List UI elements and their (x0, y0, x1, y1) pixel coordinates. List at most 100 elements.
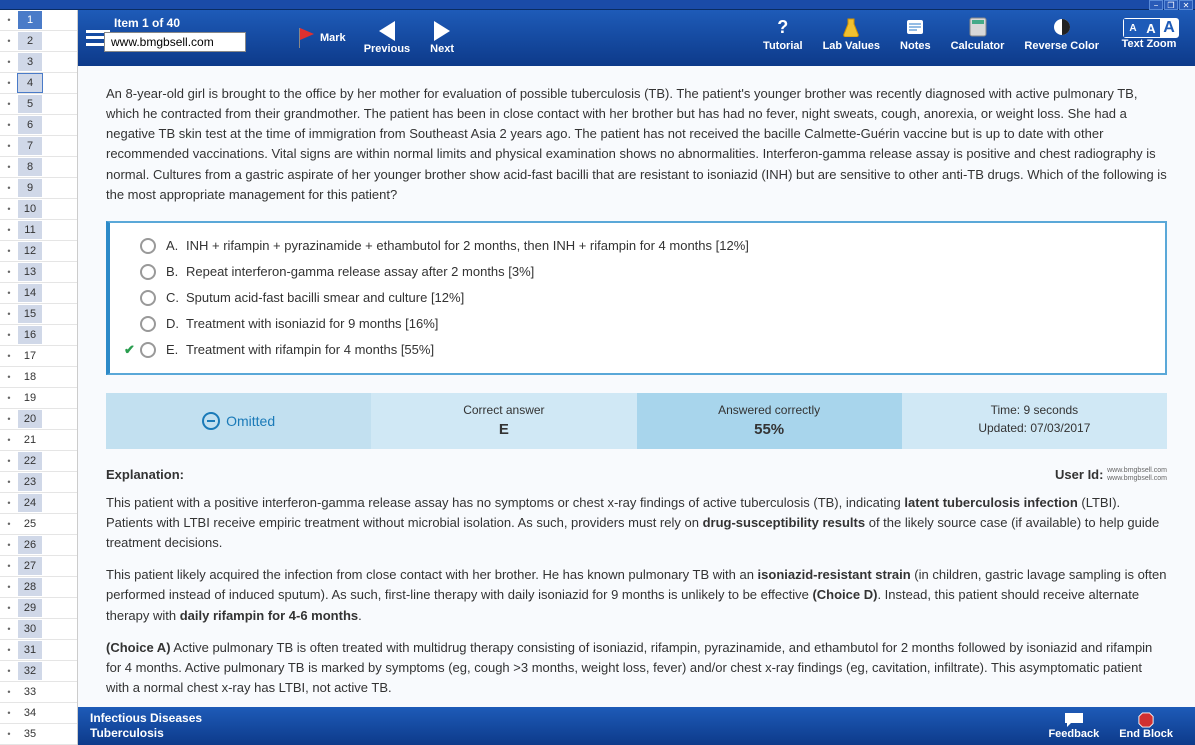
question-nav-14[interactable]: •14 (0, 283, 77, 304)
lab-values-button[interactable]: Lab Values (823, 16, 880, 52)
zoom-medium[interactable]: A (1142, 19, 1160, 37)
previous-button[interactable]: Previous (364, 21, 410, 55)
dot-icon: • (0, 666, 18, 676)
radio-icon (140, 342, 156, 358)
question-nav-6[interactable]: •6 (0, 115, 77, 136)
question-nav-23[interactable]: •23 (0, 472, 77, 493)
stat-omitted: Omitted (106, 393, 371, 449)
dot-icon: • (0, 624, 18, 634)
calculator-button[interactable]: Calculator (951, 16, 1005, 52)
question-nav-12[interactable]: •12 (0, 241, 77, 262)
question-nav-31[interactable]: •31 (0, 640, 77, 661)
dot-icon: • (0, 141, 18, 151)
answer-D[interactable]: ✔D.Treatment with isoniazid for 9 months… (124, 311, 1151, 337)
question-nav-7[interactable]: •7 (0, 136, 77, 157)
question-nav-35[interactable]: •35 (0, 724, 77, 745)
zoom-large[interactable]: A (1160, 19, 1178, 37)
dot-icon: • (0, 477, 18, 487)
question-nav-1[interactable]: •1 (0, 10, 77, 31)
dot-icon: • (0, 330, 18, 340)
question-nav-24[interactable]: •24 (0, 493, 77, 514)
question-nav-15[interactable]: •15 (0, 304, 77, 325)
question-nav-22[interactable]: •22 (0, 451, 77, 472)
reverse-color-button[interactable]: Reverse Color (1024, 16, 1099, 52)
question-nav-29[interactable]: •29 (0, 598, 77, 619)
dot-icon: • (0, 204, 18, 214)
stat-answered: Answered correctly 55% (637, 393, 902, 449)
contrast-icon (1049, 16, 1075, 38)
zoom-small[interactable]: A (1124, 19, 1142, 37)
question-nav-19[interactable]: •19 (0, 388, 77, 409)
dot-icon: • (0, 225, 18, 235)
notes-icon (902, 16, 928, 38)
question-nav-33[interactable]: •33 (0, 682, 77, 703)
question-nav-13[interactable]: •13 (0, 262, 77, 283)
dot-icon: • (0, 288, 18, 298)
question-icon: ? (770, 16, 796, 38)
feedback-button[interactable]: Feedback (1048, 712, 1099, 740)
dot-icon: • (0, 78, 18, 88)
question-nav-2[interactable]: •2 (0, 31, 77, 52)
question-nav-26[interactable]: •26 (0, 535, 77, 556)
dot-icon: • (0, 57, 18, 67)
question-nav-32[interactable]: •32 (0, 661, 77, 682)
minimize-button[interactable]: − (1149, 0, 1163, 10)
answer-B[interactable]: ✔B.Repeat interferon-gamma release assay… (124, 259, 1151, 285)
answer-E[interactable]: ✔E.Treatment with rifampin for 4 months … (124, 337, 1151, 363)
question-nav-27[interactable]: •27 (0, 556, 77, 577)
dot-icon: • (0, 99, 18, 109)
close-button[interactable]: ✕ (1179, 0, 1193, 10)
content-area: An 8-year-old girl is brought to the off… (78, 66, 1195, 707)
dot-icon: • (0, 162, 18, 172)
maximize-button[interactable]: ❐ (1164, 0, 1178, 10)
question-nav-21[interactable]: •21 (0, 430, 77, 451)
question-nav-4[interactable]: •4 (0, 73, 77, 94)
question-nav-11[interactable]: •11 (0, 220, 77, 241)
stat-time: Time: 9 seconds Updated: 07/03/2017 (902, 393, 1167, 449)
question-nav-9[interactable]: •9 (0, 178, 77, 199)
toolbar: Item 1 of 40 www.bmgbsell.com Mark Previ… (78, 10, 1195, 66)
mark-label[interactable]: Mark (320, 32, 346, 44)
tutorial-button[interactable]: ? Tutorial (763, 16, 803, 52)
dot-icon: • (0, 708, 18, 718)
flag-icon[interactable] (298, 26, 318, 50)
explanation-body: This patient with a positive interferon-… (106, 493, 1167, 707)
end-block-button[interactable]: End Block (1119, 712, 1173, 740)
question-nav-16[interactable]: •16 (0, 325, 77, 346)
omitted-icon (202, 412, 220, 430)
question-nav-3[interactable]: •3 (0, 52, 77, 73)
question-nav-34[interactable]: •34 (0, 703, 77, 724)
dot-icon: • (0, 729, 18, 739)
text-zoom-button[interactable]: A A A Text Zoom (1119, 18, 1179, 50)
question-nav-25[interactable]: •25 (0, 514, 77, 535)
question-nav-20[interactable]: •20 (0, 409, 77, 430)
answer-C[interactable]: ✔C.Sputum acid-fast bacilli smear and cu… (124, 285, 1151, 311)
dot-icon: • (0, 456, 18, 466)
footer-topic: Tuberculosis (90, 726, 1038, 741)
next-button[interactable]: Next (430, 21, 454, 55)
dot-icon: • (0, 414, 18, 424)
calculator-icon (965, 16, 991, 38)
question-nav-17[interactable]: •17 (0, 346, 77, 367)
zoom-box: A A A (1123, 18, 1179, 38)
dot-icon: • (0, 603, 18, 613)
stats-bar: Omitted Correct answer E Answered correc… (106, 393, 1167, 449)
notes-button[interactable]: Notes (900, 16, 931, 52)
radio-icon (140, 290, 156, 306)
dot-icon: • (0, 687, 18, 697)
dot-icon: • (0, 435, 18, 445)
answer-A[interactable]: ✔A.INH + rifampin + pyrazinamide + etham… (124, 233, 1151, 259)
question-nav-10[interactable]: •10 (0, 199, 77, 220)
user-id: User Id: www.bmgbsell.com www.bmgbsell.c… (1055, 467, 1167, 483)
explanation-heading: Explanation: (106, 467, 184, 483)
question-nav-30[interactable]: •30 (0, 619, 77, 640)
triangle-right-icon (434, 21, 450, 41)
question-nav-8[interactable]: •8 (0, 157, 77, 178)
question-nav-5[interactable]: •5 (0, 94, 77, 115)
stop-icon (1135, 712, 1157, 728)
question-nav-28[interactable]: •28 (0, 577, 77, 598)
question-nav-18[interactable]: •18 (0, 367, 77, 388)
dot-icon: • (0, 36, 18, 46)
dot-icon: • (0, 267, 18, 277)
dot-icon: • (0, 183, 18, 193)
